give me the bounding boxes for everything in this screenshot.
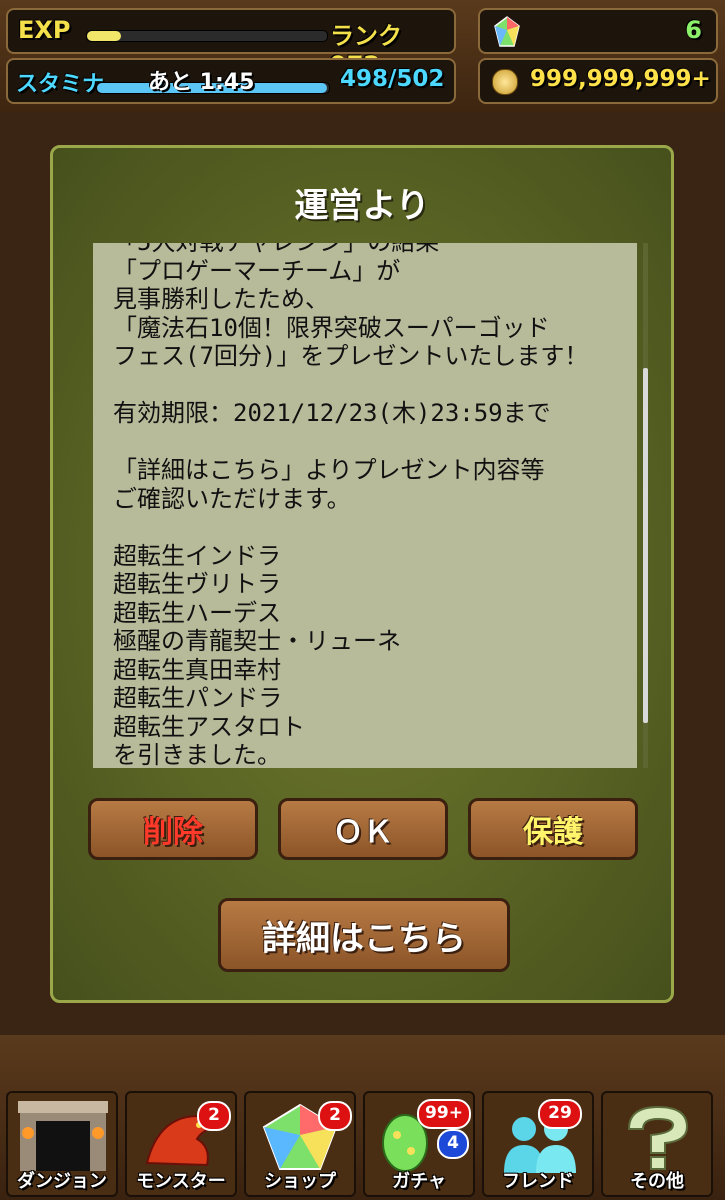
dialog-title: 運営より xyxy=(294,186,430,226)
delete-button-label: 削除 xyxy=(143,815,203,850)
coin-panel: 999,999,999+ xyxy=(478,58,718,104)
details-button[interactable]: 詳細はこちら xyxy=(218,898,510,972)
nav-monster[interactable]: 2 モンスター xyxy=(125,1091,237,1197)
nav-friend-badge: 29 xyxy=(538,1099,582,1129)
dungeon-gate-icon xyxy=(18,1101,108,1171)
message-text: 「5大対戦チャレンジ」の結果 「プロゲーマーチーム」が 見事勝利したため、 「魔… xyxy=(113,243,589,768)
question-mark-icon xyxy=(627,1105,689,1170)
ok-button[interactable]: ＯＫ xyxy=(278,798,448,860)
nav-friend-label: フレンド xyxy=(502,1171,574,1192)
nav-shop-badge: 2 xyxy=(318,1101,352,1131)
message-box[interactable]: 「5大対戦チャレンジ」の結果 「プロゲーマーチーム」が 見事勝利したため、 「魔… xyxy=(93,243,637,768)
coin-icon xyxy=(492,69,518,95)
stamina-label: スタミナ xyxy=(16,72,105,97)
rainbow-gem-icon xyxy=(494,16,520,48)
bottom-nav: ダンジョン 2 モンスター 2 ショップ 99+ 4 ガチャ 29 フレンド そ… xyxy=(0,1035,725,1200)
nav-gacha-badge: 99+ xyxy=(417,1099,471,1129)
nav-monster-label: モンスター xyxy=(136,1171,226,1192)
status-bar: EXP ランク 972 スタミナ あと 1:45 498/502 6 999,9… xyxy=(0,0,725,112)
coin-count: 999,999,999+ xyxy=(530,66,711,92)
nav-gacha-badge-secondary: 4 xyxy=(437,1129,469,1159)
stamina-value: 498/502 xyxy=(340,66,445,92)
exp-bar xyxy=(86,30,328,42)
exp-label: EXP xyxy=(18,16,71,44)
protect-button-label: 保護 xyxy=(523,815,583,850)
notice-dialog: 運営より 「5大対戦チャレンジ」の結果 「プロゲーマーチーム」が 見事勝利したた… xyxy=(50,145,674,1003)
nav-dungeon[interactable]: ダンジョン xyxy=(6,1091,118,1197)
magic-stone-count: 6 xyxy=(685,16,702,44)
protect-button[interactable]: 保護 xyxy=(468,798,638,860)
nav-shop-label: ショップ xyxy=(264,1171,336,1192)
exp-bar-fill xyxy=(87,31,121,41)
delete-button[interactable]: 削除 xyxy=(88,798,258,860)
nav-shop[interactable]: 2 ショップ xyxy=(244,1091,356,1197)
nav-other-label: その他 xyxy=(630,1171,684,1192)
nav-gacha[interactable]: 99+ 4 ガチャ xyxy=(363,1091,475,1197)
nav-dungeon-label: ダンジョン xyxy=(17,1171,107,1192)
ok-button-label: ＯＫ xyxy=(333,815,393,850)
nav-friend[interactable]: 29 フレンド xyxy=(482,1091,594,1197)
nav-other[interactable]: その他 xyxy=(601,1091,713,1197)
details-button-label: 詳細はこちら xyxy=(262,918,466,959)
scrollbar-thumb[interactable] xyxy=(643,368,648,723)
exp-panel: EXP ランク 972 xyxy=(6,8,456,79)
stamina-panel: スタミナ あと 1:45 498/502 xyxy=(6,58,456,104)
magic-stone-panel[interactable]: 6 xyxy=(478,8,718,54)
nav-monster-badge: 2 xyxy=(197,1101,231,1131)
stamina-timer: あと 1:45 xyxy=(148,70,255,95)
nav-gacha-label: ガチャ xyxy=(392,1171,446,1192)
